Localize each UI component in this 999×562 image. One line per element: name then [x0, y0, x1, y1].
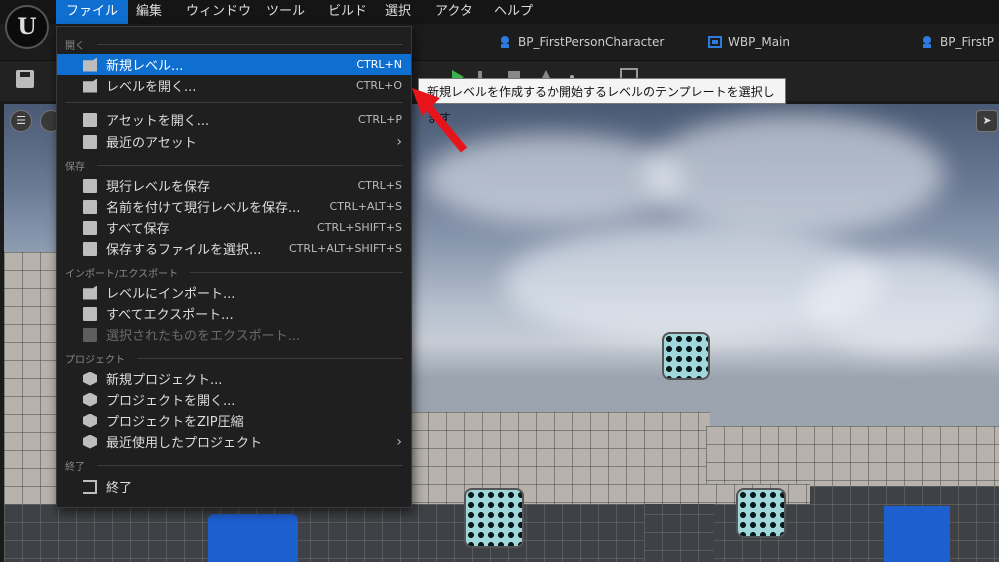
section-import-export: インポート/エクスポート [65, 265, 403, 280]
target-object[interactable] [736, 488, 786, 538]
menu-item-recent-assets[interactable]: 最近のアセット › [57, 131, 411, 152]
target-object[interactable] [464, 488, 524, 548]
menu-item-save-all[interactable]: すべて保存 CTRL+SHIFT+S [57, 217, 411, 238]
menu-item-export-all[interactable]: すべてエクスポート... [57, 303, 411, 324]
menu-select[interactable]: 選択 [375, 0, 421, 24]
floor [4, 504, 644, 562]
blueprint-character-icon [501, 36, 509, 48]
menu-build[interactable]: ビルド [318, 0, 377, 24]
menu-edit[interactable]: 編集 [126, 0, 172, 24]
chevron-right-icon: › [396, 133, 402, 150]
menu-item-zip-project[interactable]: プロジェクトをZIP圧縮 [57, 410, 411, 431]
unreal-logo[interactable]: U [5, 5, 49, 49]
menu-item-choose-files-to-save[interactable]: 保存するファイルを選択... CTRL+ALT+SHIFT+S [57, 238, 411, 259]
open-project-icon [83, 392, 97, 407]
menu-item-export-selected: 選択されたものをエクスポート... [57, 324, 411, 345]
chevron-right-icon: › [396, 433, 402, 450]
select-mode-icon[interactable]: ➤ [976, 110, 998, 132]
menu-item-save-as[interactable]: 名前を付けて現行レベルを保存... CTRL+ALT+S [57, 196, 411, 217]
blueprint-character-icon [923, 36, 931, 48]
export-selected-icon [83, 327, 97, 342]
menu-item-exit[interactable]: 終了 [57, 476, 411, 497]
section-open: 開く [65, 37, 403, 52]
open-asset-icon [83, 112, 97, 127]
tab-bp-firstp[interactable]: BP_FirstP [920, 24, 994, 60]
open-level-icon [83, 78, 97, 93]
menu-item-new-project[interactable]: 新規プロジェクト... [57, 368, 411, 389]
choose-files-icon [83, 241, 97, 256]
section-project: プロジェクト [65, 351, 403, 366]
zip-project-icon [83, 413, 97, 428]
new-project-icon [83, 371, 97, 386]
import-icon [83, 285, 97, 300]
menu-divider [65, 102, 403, 103]
save-icon [83, 178, 97, 193]
exit-icon [83, 479, 97, 494]
wall-back-right [706, 426, 999, 486]
new-level-icon [83, 57, 97, 72]
menu-item-open-project[interactable]: プロジェクトを開く... [57, 389, 411, 410]
recent-projects-icon [83, 434, 97, 449]
file-menu-dropdown: 開く 新規レベル... CTRL+N レベルを開く... CTRL+O アセット… [56, 26, 412, 508]
section-exit: 終了 [65, 458, 403, 473]
save-icon[interactable] [16, 70, 34, 88]
recent-assets-icon [83, 134, 97, 149]
tab-label: WBP_Main [728, 35, 790, 49]
viewport-menu-icon[interactable]: ☰ [10, 110, 32, 132]
tab-label: BP_FirstPersonCharacter [518, 35, 665, 49]
widget-blueprint-icon [708, 36, 722, 48]
menu-actor[interactable]: アクタ [425, 0, 483, 24]
menu-tools[interactable]: ツール [256, 0, 315, 24]
menu-item-save-current-level[interactable]: 現行レベルを保存 CTRL+S [57, 175, 411, 196]
menu-item-open-level[interactable]: レベルを開く... CTRL+O [57, 75, 411, 96]
menu-help[interactable]: ヘルプ [484, 0, 543, 24]
menu-item-recent-projects[interactable]: 最近使用したプロジェクト › [57, 431, 411, 452]
menu-item-open-asset[interactable]: アセットを開く... CTRL+P [57, 109, 411, 130]
annotation-arrow-icon [412, 88, 468, 153]
blue-cube[interactable] [884, 506, 950, 562]
target-object[interactable] [662, 332, 710, 380]
menu-item-import-into-level[interactable]: レベルにインポート... [57, 282, 411, 303]
tab-wbp-main[interactable]: WBP_Main [708, 24, 790, 60]
tab-bp-firstpersoncharacter[interactable]: BP_FirstPersonCharacter [498, 24, 664, 60]
ramp [644, 496, 714, 562]
menu-item-new-level[interactable]: 新規レベル... CTRL+N [57, 54, 411, 75]
save-all-icon [83, 220, 97, 235]
menu-window[interactable]: ウィンドウ [176, 0, 261, 24]
tab-label: BP_FirstP [940, 35, 994, 49]
menu-file[interactable]: ファイル [56, 0, 129, 24]
export-all-icon [83, 306, 97, 321]
section-save: 保存 [65, 158, 403, 173]
wall-back [410, 412, 710, 492]
save-as-icon [83, 199, 97, 214]
blue-cube[interactable] [208, 514, 298, 562]
